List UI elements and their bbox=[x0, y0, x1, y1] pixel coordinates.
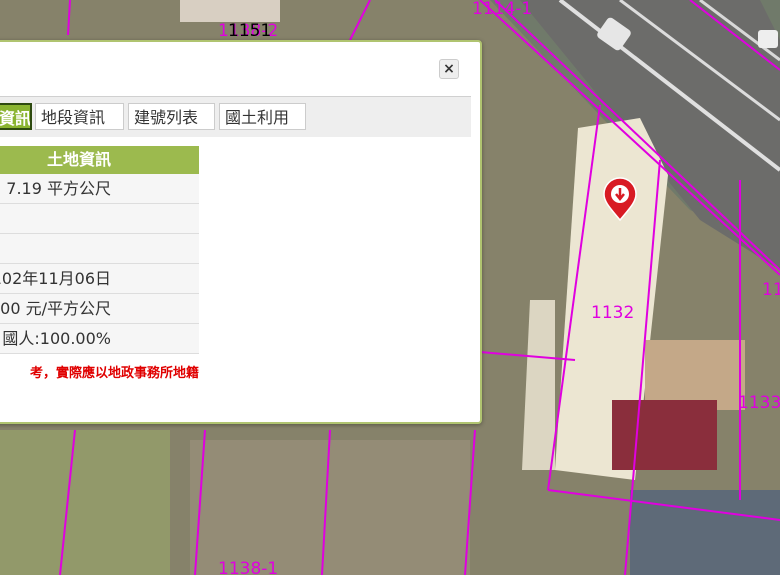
info-row: 00 元/平方公尺 bbox=[0, 294, 199, 324]
field bbox=[0, 430, 170, 575]
info-row bbox=[0, 204, 199, 234]
close-icon[interactable]: × bbox=[439, 59, 459, 79]
disclaimer-note: 考，實際應以地政事務所地籍 bbox=[29, 366, 199, 381]
info-row: 國人:100.00% bbox=[0, 324, 199, 354]
info-value: 7.19 平方公尺 bbox=[6, 179, 111, 198]
parcel-label: 1133 bbox=[738, 393, 780, 413]
tab-section-info[interactable]: 地段資訊 bbox=[35, 103, 124, 130]
info-value: 國102年11月06日 bbox=[0, 269, 111, 288]
parcel-label: 1151 bbox=[228, 21, 271, 41]
tab-land-use[interactable]: 國土利用 bbox=[219, 103, 306, 130]
popup-tab-bar: 資訊 地段資訊 建號列表 國土利用 bbox=[0, 96, 471, 137]
parcel-info-popup: × 資訊 地段資訊 建號列表 國土利用 土地資訊 7.19 平方公尺 國102年… bbox=[0, 40, 482, 424]
parcel-label: 1132 bbox=[591, 303, 634, 323]
tab-building-list[interactable]: 建號列表 bbox=[128, 103, 215, 130]
info-row: 7.19 平方公尺 bbox=[0, 174, 199, 204]
field bbox=[190, 440, 470, 575]
building-roof bbox=[645, 340, 745, 410]
info-value: 國人:100.00% bbox=[2, 329, 111, 348]
info-row: 國102年11月06日 bbox=[0, 264, 199, 294]
info-value: 00 元/平方公尺 bbox=[0, 299, 111, 318]
parcel-label: 11 bbox=[762, 280, 780, 300]
parcel-label: 1114-1 bbox=[472, 0, 532, 19]
parcel-label: 1138-1 bbox=[218, 559, 278, 575]
red-roof bbox=[612, 400, 717, 470]
info-row bbox=[0, 234, 199, 264]
vehicle bbox=[758, 30, 778, 48]
tab-land-info[interactable]: 資訊 bbox=[0, 103, 32, 130]
building-roof bbox=[180, 0, 280, 22]
section-header: 土地資訊 bbox=[0, 146, 199, 174]
